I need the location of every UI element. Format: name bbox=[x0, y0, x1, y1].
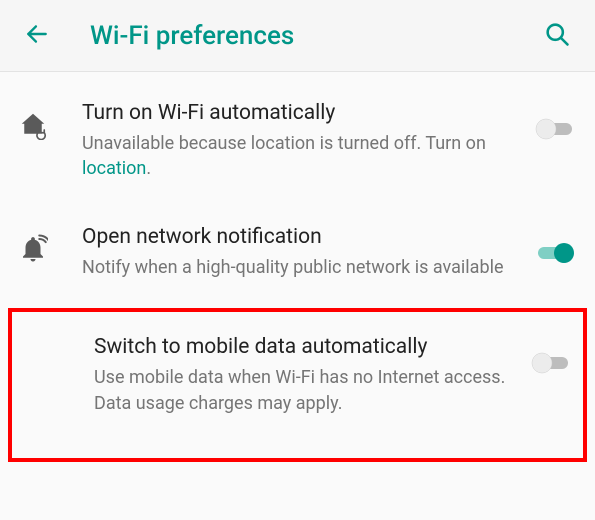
toggle-open-network[interactable] bbox=[533, 240, 577, 270]
page-title: Wi-Fi preferences bbox=[90, 21, 535, 51]
pref-toggle-col bbox=[533, 224, 577, 270]
settings-list: Turn on Wi-Fi automatically Unavailable … bbox=[0, 72, 595, 462]
pref-toggle-col bbox=[529, 334, 573, 380]
back-button[interactable] bbox=[16, 13, 58, 59]
pref-subtitle: Unavailable because location is turned o… bbox=[82, 131, 521, 181]
pref-toggle-col bbox=[533, 100, 577, 146]
toggle-off-icon bbox=[529, 350, 573, 376]
search-icon bbox=[543, 20, 571, 48]
pref-title: Open network notification bbox=[82, 224, 521, 251]
toggle-auto-wifi[interactable] bbox=[533, 116, 577, 146]
pref-text: Open network notification Notify when a … bbox=[82, 224, 533, 280]
pref-icon-col bbox=[18, 100, 82, 140]
pref-mobile-data-switch[interactable]: Switch to mobile data automatically Use … bbox=[12, 314, 583, 438]
pref-icon-col bbox=[22, 334, 94, 344]
app-bar: Wi-Fi preferences bbox=[0, 0, 595, 72]
pref-title: Switch to mobile data automatically bbox=[94, 334, 517, 361]
pref-open-network[interactable]: Open network notification Notify when a … bbox=[0, 204, 595, 302]
toggle-mobile-data[interactable] bbox=[529, 350, 573, 380]
pref-subtitle: Use mobile data when Wi-Fi has no Intern… bbox=[94, 365, 517, 415]
bell-wifi-icon bbox=[18, 234, 48, 264]
toggle-off-icon bbox=[533, 116, 577, 142]
search-button[interactable] bbox=[535, 12, 579, 60]
toggle-on-icon bbox=[533, 240, 577, 266]
pref-text: Turn on Wi-Fi automatically Unavailable … bbox=[82, 100, 533, 182]
location-link[interactable]: location bbox=[82, 158, 146, 179]
pref-subtitle: Notify when a high-quality public networ… bbox=[82, 255, 521, 280]
arrow-back-icon bbox=[24, 21, 50, 47]
home-refresh-icon bbox=[18, 110, 48, 140]
pref-title: Turn on Wi-Fi automatically bbox=[82, 100, 521, 127]
pref-icon-col bbox=[18, 224, 82, 264]
highlight-box: Switch to mobile data automatically Use … bbox=[8, 308, 587, 462]
pref-text: Switch to mobile data automatically Use … bbox=[94, 334, 529, 416]
pref-auto-wifi[interactable]: Turn on Wi-Fi automatically Unavailable … bbox=[0, 80, 595, 204]
